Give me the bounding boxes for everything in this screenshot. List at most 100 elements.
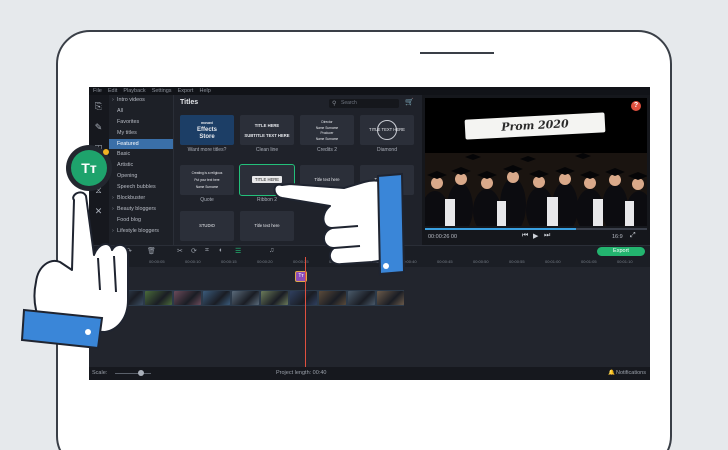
thumbnail-label: Diamond	[376, 147, 397, 153]
ruler-tick-label: 00:00:50	[473, 259, 489, 264]
help-icon[interactable]: ?	[631, 101, 641, 111]
track-eye-icon[interactable]: ◉	[97, 294, 102, 301]
aspect-ratio[interactable]: 16:9	[612, 234, 623, 240]
scale-slider[interactable]	[115, 373, 151, 374]
title-thumbnail[interactable]: movavi Effects Store	[180, 115, 234, 145]
delete-icon[interactable]: 🗑	[147, 247, 156, 255]
category-blockbuster[interactable]: Blockbuster	[109, 193, 173, 204]
audio-icon[interactable]: ♫	[269, 247, 274, 254]
timeline-ruler: 00:00:00 00:00:05 00:00:10 00:00:15 00:00:20…	[89, 257, 650, 267]
track-audio-icon[interactable]: ♪	[97, 313, 100, 319]
video-clip[interactable]	[261, 291, 288, 305]
menu-item-file[interactable]: File	[93, 88, 102, 94]
thumbnail-text: Name Surname	[195, 185, 219, 190]
tablet-speaker	[420, 52, 494, 54]
redo-icon[interactable]: ↷	[126, 247, 132, 255]
title-thumbnail[interactable]: Director Name Surname Producer Name Surname	[300, 115, 354, 145]
video-clip[interactable]	[116, 291, 143, 305]
title-thumbnail[interactable]: STUDIO	[180, 211, 234, 241]
category-opening[interactable]: Opening	[109, 171, 173, 182]
category-favorites[interactable]: Favorites	[109, 117, 173, 128]
cut-icon[interactable]: ✂	[177, 247, 183, 255]
magic-wand-icon[interactable]: ✎	[93, 122, 104, 133]
menu-item-settings[interactable]: Settings	[152, 88, 172, 94]
title-thumbnail[interactable]: Title text here	[360, 165, 414, 195]
thumbnail-text: SUBTITLE TEXT HERE	[244, 132, 290, 138]
category-food-blog[interactable]: Food blog	[109, 215, 173, 226]
search-input[interactable]: Search	[329, 99, 399, 108]
video-clip[interactable]	[377, 291, 404, 305]
thumbnail-text: TITLE TEXT HERE	[369, 127, 405, 132]
properties-icon[interactable]: ☰	[235, 247, 241, 255]
export-button[interactable]: Export	[597, 247, 645, 256]
more-tools-icon[interactable]: ✕	[93, 206, 104, 217]
video-clip[interactable]	[145, 291, 172, 305]
cart-icon[interactable]: 🛒	[405, 98, 414, 106]
scale-slider-handle[interactable]	[138, 370, 144, 376]
import-icon[interactable]: ⎘	[93, 101, 104, 112]
title-thumbnail[interactable]: TITLE HERE	[239, 164, 295, 196]
ruler-tick-label: 00:00:10	[185, 259, 201, 264]
thumbnail-label: Quote	[200, 197, 214, 203]
menu-item-export[interactable]: Export	[178, 88, 194, 94]
crop-icon[interactable]: ⌗	[205, 247, 209, 255]
category-lifestyle-bloggers[interactable]: Lifestyle bloggers	[109, 226, 173, 237]
thumbnail-text: Put your text here	[194, 178, 220, 183]
play-icon[interactable]: ▶	[533, 232, 538, 240]
category-featured[interactable]: Featured	[109, 138, 173, 150]
undo-icon[interactable]: ↶	[115, 247, 121, 255]
category-all[interactable]: All	[109, 106, 173, 117]
title-thumbnail[interactable]: Creating is a religious Put your text her…	[180, 165, 234, 195]
notifications-link[interactable]: Notifications	[616, 370, 646, 376]
progress-fill	[425, 228, 576, 230]
badge-dot	[103, 149, 109, 155]
title-thumbnail[interactable]: TITLE HERE SUBTITLE TEXT HERE	[240, 115, 294, 145]
video-clip[interactable]	[203, 291, 230, 305]
next-icon[interactable]: ⏭	[544, 232, 550, 240]
category-beauty-bloggers[interactable]: Beauty bloggers	[109, 204, 173, 215]
video-clip[interactable]	[319, 291, 346, 305]
category-my-titles[interactable]: My titles	[109, 128, 173, 139]
ruler-tick-label: 00:01:10	[617, 259, 633, 264]
title-thumbnail[interactable]: Title text here	[240, 211, 294, 241]
thumbnail-label: Want more titles?	[187, 147, 227, 153]
thumbnail-label: Clean line	[255, 147, 279, 153]
gallery-title: Titles	[180, 99, 199, 106]
title-thumbnail[interactable]: TITLE TEXT HERE	[360, 115, 414, 145]
video-clip[interactable]	[174, 291, 201, 305]
fullscreen-icon[interactable]: ⤢	[630, 232, 636, 240]
rotate-icon[interactable]: ⟳	[191, 247, 197, 255]
ruler-tick-label: 00:00:20	[257, 259, 273, 264]
video-clip[interactable]	[348, 291, 375, 305]
thumbnail-label: Credits 2	[316, 147, 337, 153]
menu-item-help[interactable]: Help	[199, 88, 210, 94]
menu-item-edit[interactable]: Edit	[108, 88, 117, 94]
ruler-tick-label: 00:00:25	[293, 259, 309, 264]
thumbnail-text: Title text here	[374, 177, 400, 182]
category-artistic[interactable]: Artistic	[109, 160, 173, 171]
timeline-tracks: Tт ◉ ♪	[89, 267, 650, 367]
color-icon[interactable]: ◐	[219, 247, 223, 254]
ruler-tick-label: 00:01:00	[545, 259, 561, 264]
category-basic[interactable]: Basic	[109, 149, 173, 160]
title-thumbnail[interactable]: Title text here	[300, 165, 354, 195]
thumbnail-text: TITLE HERE	[254, 177, 280, 182]
playhead[interactable]	[305, 257, 306, 367]
menu-item-playback[interactable]: Playback	[123, 88, 145, 94]
ruler-tick-label: 00:00:00	[113, 259, 129, 264]
preview-progress[interactable]	[425, 228, 647, 230]
category-speech-bubbles[interactable]: Speech bubbles	[109, 182, 173, 193]
category-intro-videos[interactable]: Intro videos	[109, 95, 173, 106]
prev-icon[interactable]: ⏮	[522, 232, 528, 240]
timeline-toolbar: ↶ ↷ 🗑 ✂ ⟳ ⌗ ◐ ☰ ♫ Export	[89, 245, 650, 257]
title-categories: Intro videosAllFavoritesMy titlesFeature…	[109, 95, 174, 245]
ruler-tick-label: 00:00:45	[437, 259, 453, 264]
video-clip[interactable]	[290, 291, 317, 305]
thumbnail-label: Ribbon 2	[256, 197, 277, 203]
video-track	[114, 290, 404, 306]
titles-tool-badge[interactable]: Tт	[66, 145, 112, 191]
search-icon: ⚲	[332, 101, 337, 107]
video-clip[interactable]	[232, 291, 259, 305]
thumbnail-text: Director	[321, 120, 333, 124]
scale-label: Scale:	[92, 370, 108, 376]
